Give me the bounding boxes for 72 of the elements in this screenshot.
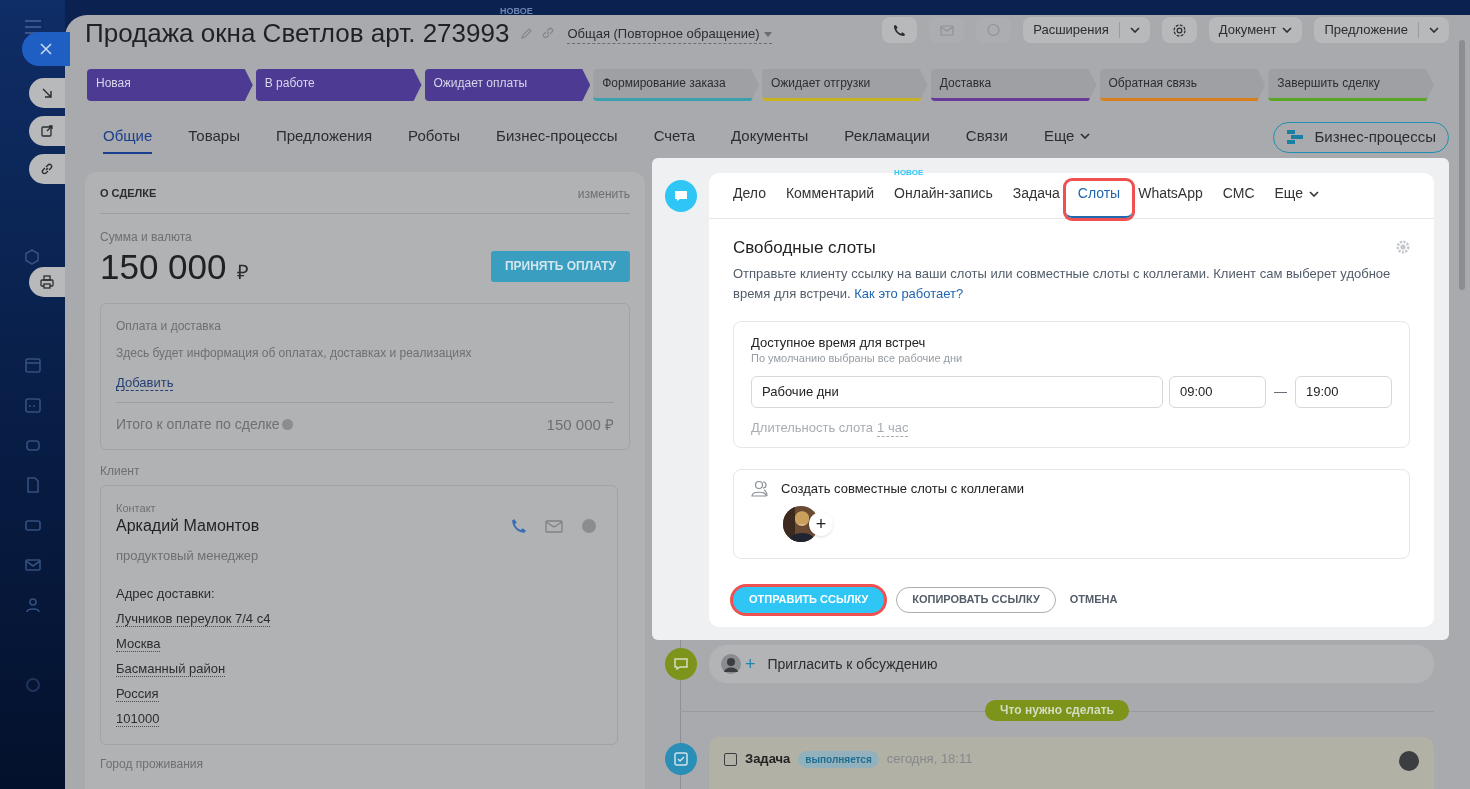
tab[interactable]: Бизнес-процессы <box>496 121 618 154</box>
days-select[interactable]: Рабочие дни <box>751 376 1163 408</box>
amount-value: 150 000 <box>100 245 227 288</box>
composer-tab[interactable]: Онлайн-запись <box>894 181 993 218</box>
composer-tab[interactable]: СМС <box>1222 181 1255 218</box>
composer-tab[interactable]: Еще <box>1274 181 1319 218</box>
panel-title: Создать совместные слоты с коллегами <box>781 480 1024 497</box>
address-line[interactable]: Басманный район <box>116 660 226 677</box>
tab[interactable]: Счета <box>653 121 695 154</box>
stage-step[interactable]: Доставка <box>930 69 1097 101</box>
invite-bar[interactable]: + Пригласить к обсуждению <box>709 645 1434 684</box>
contact-name[interactable]: Аркадий Мамонтов <box>116 516 260 536</box>
address-line[interactable]: Москва <box>116 635 161 652</box>
new-label: НОВОЕ <box>500 6 533 18</box>
currency-sign: ₽ <box>236 259 249 285</box>
section-heading: О СДЕЛКЕ <box>100 186 157 201</box>
add-link[interactable]: Добавить <box>116 374 174 391</box>
tab[interactable]: Еще <box>1043 121 1091 154</box>
field-label: Адрес доставки: <box>116 586 216 603</box>
tab[interactable]: Роботы <box>408 121 461 154</box>
field-label: Город проживания <box>100 756 204 772</box>
stage-step[interactable]: Завершить сделку <box>1268 69 1434 101</box>
time-field[interactable]: 19:00 <box>1295 376 1392 408</box>
address-line[interactable]: Россия <box>116 685 159 702</box>
deal-title: Продажа окна Светлов арт. 273993 <box>85 16 510 50</box>
composer-tab[interactable]: Дело <box>733 181 766 218</box>
tab[interactable]: Рекламации <box>844 121 930 154</box>
plus-sign: + <box>745 655 756 674</box>
status-badge: выполняется <box>798 751 879 769</box>
composer-tab[interactable]: WhatsApp <box>1138 181 1203 218</box>
stage-step[interactable]: Ожидает отгрузки <box>762 69 928 101</box>
toolbar-dropdown-button[interactable]: Документ <box>1208 17 1303 43</box>
panel-title: Оплата и доставка <box>116 318 222 334</box>
info-text: Здесь будет информация об оплатах, доставках и реализациях <box>116 345 473 361</box>
address-line[interactable]: Лучников переулок 7/4 с4 <box>116 610 271 627</box>
total-value: 150 000 ₽ <box>546 415 614 435</box>
tab[interactable]: Товары <box>188 121 240 154</box>
add-colleague-button[interactable]: + <box>809 512 833 537</box>
help-link[interactable]: Как это работает? <box>854 286 964 301</box>
stage-step[interactable]: Ожидает оплаты <box>424 69 591 101</box>
hint-text: По умолчанию выбраны все рабочие дни <box>751 352 964 366</box>
section-pill: Что нужно сделать <box>985 700 1129 722</box>
contact-position: продуктовый менеджер <box>116 548 260 565</box>
field-label: Контакт <box>116 502 157 516</box>
form-button[interactable]: ОТМЕНА <box>1067 587 1120 614</box>
stage-step[interactable]: Новая <box>87 69 253 101</box>
address-line[interactable]: 101000 <box>116 710 160 727</box>
field-label: Сумма и валюта <box>100 229 193 245</box>
duration-label: Длительность слота <box>751 420 874 437</box>
tab[interactable]: Документы <box>731 121 809 154</box>
stage-step[interactable]: Обратная связь <box>1099 69 1266 101</box>
stage-step[interactable]: Формирование заказа <box>593 69 759 101</box>
new-label: НОВОЕ <box>894 168 924 179</box>
panel-title: Доступное время для встреч <box>751 335 927 352</box>
range-dash: — <box>1273 383 1288 401</box>
invite-label: Пригласить к обсуждению <box>767 655 938 673</box>
stage-step[interactable]: В работе <box>255 69 422 101</box>
description-text: Отправьте клиенту ссылку на ваши слоты или совместные слоты с коллегами. Клиент сам выберет удобное время для встречи. Как это работает? <box>733 265 1392 303</box>
composer-tab[interactable]: Комментарий <box>785 181 875 218</box>
field-label: Клиент <box>100 464 141 480</box>
toolbar-dropdown-button[interactable]: Предложение <box>1314 17 1449 43</box>
tab[interactable]: Связи <box>965 121 1008 154</box>
task-title: Задача <box>745 751 791 768</box>
time-field[interactable]: 09:00 <box>1169 376 1266 408</box>
tab[interactable]: Общие <box>103 121 153 154</box>
tab[interactable]: Предложения <box>275 121 373 154</box>
total-label: Итого к оплате по сделке <box>116 416 280 434</box>
category-dropdown[interactable]: Общая (Повторное обращение) <box>567 26 772 44</box>
composer-tab[interactable]: Слоты <box>1065 181 1133 218</box>
composer-tab[interactable]: Задача <box>1012 181 1060 218</box>
form-title: Свободные слоты <box>733 236 876 258</box>
toolbar-dropdown-button[interactable]: Расширения <box>1023 17 1150 43</box>
